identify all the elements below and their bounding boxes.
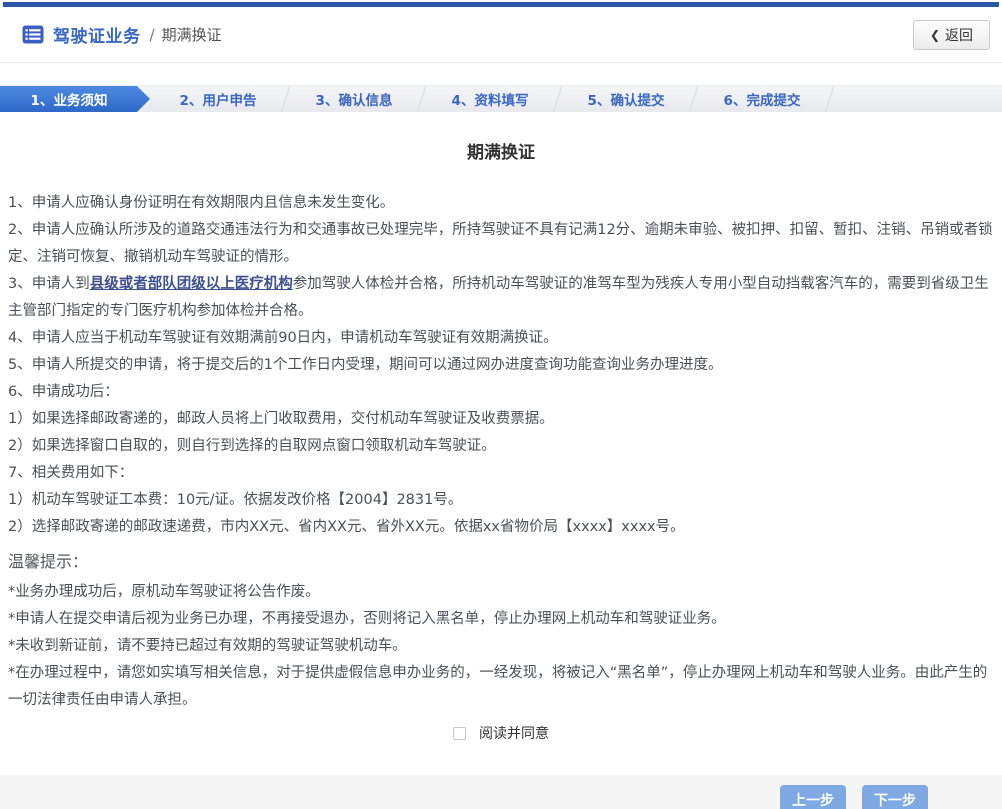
notice-paragraph: *未收到新证前，请不要持已超过有效期的驾驶证驾驶机动车。 [8, 638, 407, 654]
breadcrumb: 驾驶证业务 / 期满换证 [22, 22, 222, 47]
footer-action-bar: 上一步 下一步 [0, 775, 1002, 809]
step-tab-2[interactable]: 2、用户申告 [150, 86, 286, 112]
content: 期满换证 1、申请人应确认身份证明在有效期限内且信息未发生变化。 2、申请人应确认… [0, 138, 1002, 743]
notice-paragraph: 3、申请人到县级或者部队团级以上医疗机构参加驾驶人体检并合格，所持机动车驾驶证的… [8, 276, 989, 319]
notice-paragraph: *申请人在提交申请后视为业务已办理，不再接受退办，否则将记入黑名单，停止办理网上… [8, 611, 726, 627]
agree-row: 阅读并同意 [8, 723, 994, 743]
notice-paragraph: 1）如果选择邮政寄递的，邮政人员将上门收取费用，交付机动车驾驶证及收费票据。 [8, 411, 554, 427]
back-button-label: 返回 [945, 27, 973, 44]
breadcrumb-separator: / [149, 25, 155, 44]
step-label: 2、用户申告 [179, 93, 257, 109]
notice-paragraph: 1、申请人应确认身份证明在有效期限内且信息未发生变化。 [8, 195, 395, 211]
page-title: 期满换证 [467, 143, 535, 163]
step-tab-4[interactable]: 4、资料填写 [422, 86, 558, 112]
step-tab-1[interactable]: 1、业务须知 [0, 86, 150, 112]
notice-paragraph: *业务办理成功后，原机动车驾驶证将公告作废。 [8, 584, 320, 600]
back-button[interactable]: ❮ 返回 [912, 19, 990, 50]
notice-paragraph: 2）选择邮政寄递的邮政速递费，市内XX元、省内XX元、省外XX元。依据xx省物价… [8, 519, 685, 535]
step-label: 5、确认提交 [587, 93, 665, 109]
notice-paragraph: *在办理过程中，请您如实填写相关信息，对于提供虚假信息申办业务的，一经发现，将被… [8, 665, 988, 708]
chevron-left-icon: ❮ [929, 27, 940, 42]
step-tab-3[interactable]: 3、确认信息 [286, 86, 422, 112]
list-icon [22, 25, 44, 44]
breadcrumb-page: 期满换证 [161, 26, 222, 44]
header: 驾驶证业务 / 期满换证 ❮ 返回 [0, 7, 1002, 63]
step-tab-6[interactable]: 6、完成提交 [694, 86, 830, 112]
step-label: 1、业务须知 [30, 93, 108, 109]
agree-label[interactable]: 阅读并同意 [479, 726, 549, 742]
notice-body: 1、申请人应确认身份证明在有效期限内且信息未发生变化。 2、申请人应确认所涉及的道… [8, 190, 994, 714]
page: 驾驶证业务 / 期满换证 ❮ 返回 1、业务须知 2、用户申告 3、确认信息 4、资料… [0, 2, 1002, 809]
notice-paragraph: 2）如果选择窗口自取的，则自行到选择的自取网点窗口领取机动车驾驶证。 [8, 438, 496, 454]
notice-paragraph: 5、申请人所提交的申请，将于提交后的1个工作日内受理，期间可以通过网办进度查询功… [8, 357, 723, 373]
notice-paragraph: 7、相关费用如下： [8, 465, 134, 481]
step-label: 3、确认信息 [315, 93, 393, 109]
agree-checkbox[interactable] [452, 727, 466, 740]
step-bar: 1、业务须知 2、用户申告 3、确认信息 4、资料填写 5、确认提交 6、完成提交 [0, 85, 1002, 112]
step-label: 6、完成提交 [723, 93, 801, 109]
next-step-button[interactable]: 下一步 [862, 785, 928, 809]
notice-paragraph: 2、申请人应确认所涉及的道路交通违法行为和交通事故已处理完毕，所持驾驶证不具有记… [8, 222, 993, 265]
notice-paragraph: 6、申请成功后： [8, 384, 119, 400]
section-title: 驾驶证业务 [53, 27, 141, 47]
tip-title: 温馨提示： [8, 552, 89, 571]
notice-paragraph: 4、申请人应当于机动车驾驶证有效期满前90日内，申请机动车驾驶证有效期满换证。 [8, 330, 558, 346]
step-label: 4、资料填写 [451, 93, 529, 109]
notice-paragraph: 1）机动车驾驶证工本费：10元/证。依据发改价格【2004】2831号。 [8, 492, 463, 508]
prev-step-button[interactable]: 上一步 [780, 785, 846, 809]
step-tab-5[interactable]: 5、确认提交 [558, 86, 694, 112]
